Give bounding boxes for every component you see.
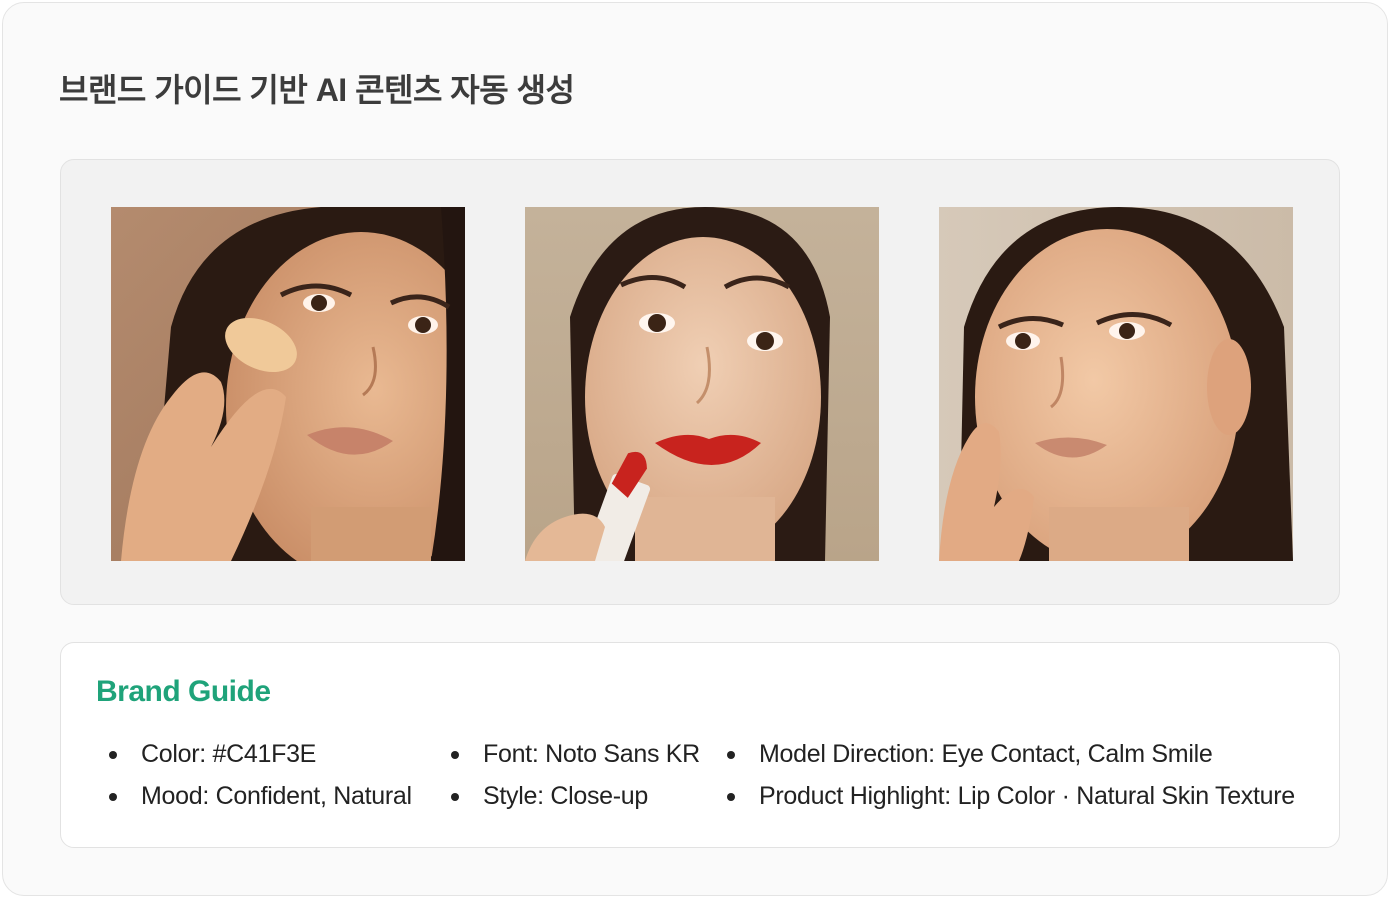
guide-item-product-highlight: Product Highlight: Lip Color · Natural S… bbox=[759, 782, 1295, 810]
page-title: 브랜드 가이드 기반 AI 콘텐츠 자동 생성 bbox=[59, 72, 575, 108]
list-item: Color: #C41F3E bbox=[97, 733, 412, 775]
brand-guide-column-1: Color: #C41F3E Mood: Confident, Natural bbox=[97, 733, 412, 817]
brand-guide-panel: Brand Guide Color: #C41F3E Mood: Confide… bbox=[60, 642, 1340, 848]
guide-item-font: Font: Noto Sans KR bbox=[483, 740, 700, 768]
bullet-icon bbox=[727, 793, 735, 801]
list-item: Model Direction: Eye Contact, Calm Smile bbox=[715, 733, 1295, 775]
list-item: Product Highlight: Lip Color · Natural S… bbox=[715, 775, 1295, 817]
bullet-icon bbox=[451, 751, 459, 759]
model-red-lipstick-photo[interactable] bbox=[525, 207, 879, 561]
bullet-icon bbox=[451, 793, 459, 801]
list-item: Mood: Confident, Natural bbox=[97, 775, 412, 817]
model-natural-skin-photo[interactable] bbox=[939, 207, 1293, 561]
bullet-icon bbox=[109, 751, 117, 759]
model-foundation-swatch-photo[interactable] bbox=[111, 207, 465, 561]
guide-item-color: Color: #C41F3E bbox=[141, 740, 317, 768]
list-item: Style: Close-up bbox=[439, 775, 700, 817]
brand-guide-column-3: Model Direction: Eye Contact, Calm Smile… bbox=[715, 733, 1295, 817]
brand-guide-title: Brand Guide bbox=[96, 675, 271, 708]
list-item: Font: Noto Sans KR bbox=[439, 733, 700, 775]
guide-item-style: Style: Close-up bbox=[483, 782, 649, 810]
bullet-icon bbox=[727, 751, 735, 759]
content-card: 브랜드 가이드 기반 AI 콘텐츠 자동 생성 Brand Guide Colo… bbox=[2, 2, 1388, 896]
guide-item-model-direction: Model Direction: Eye Contact, Calm Smile bbox=[759, 740, 1213, 768]
brand-guide-column-2: Font: Noto Sans KR Style: Close-up bbox=[439, 733, 700, 817]
bullet-icon bbox=[109, 793, 117, 801]
image-gallery bbox=[60, 159, 1340, 605]
guide-item-mood: Mood: Confident, Natural bbox=[141, 782, 412, 810]
